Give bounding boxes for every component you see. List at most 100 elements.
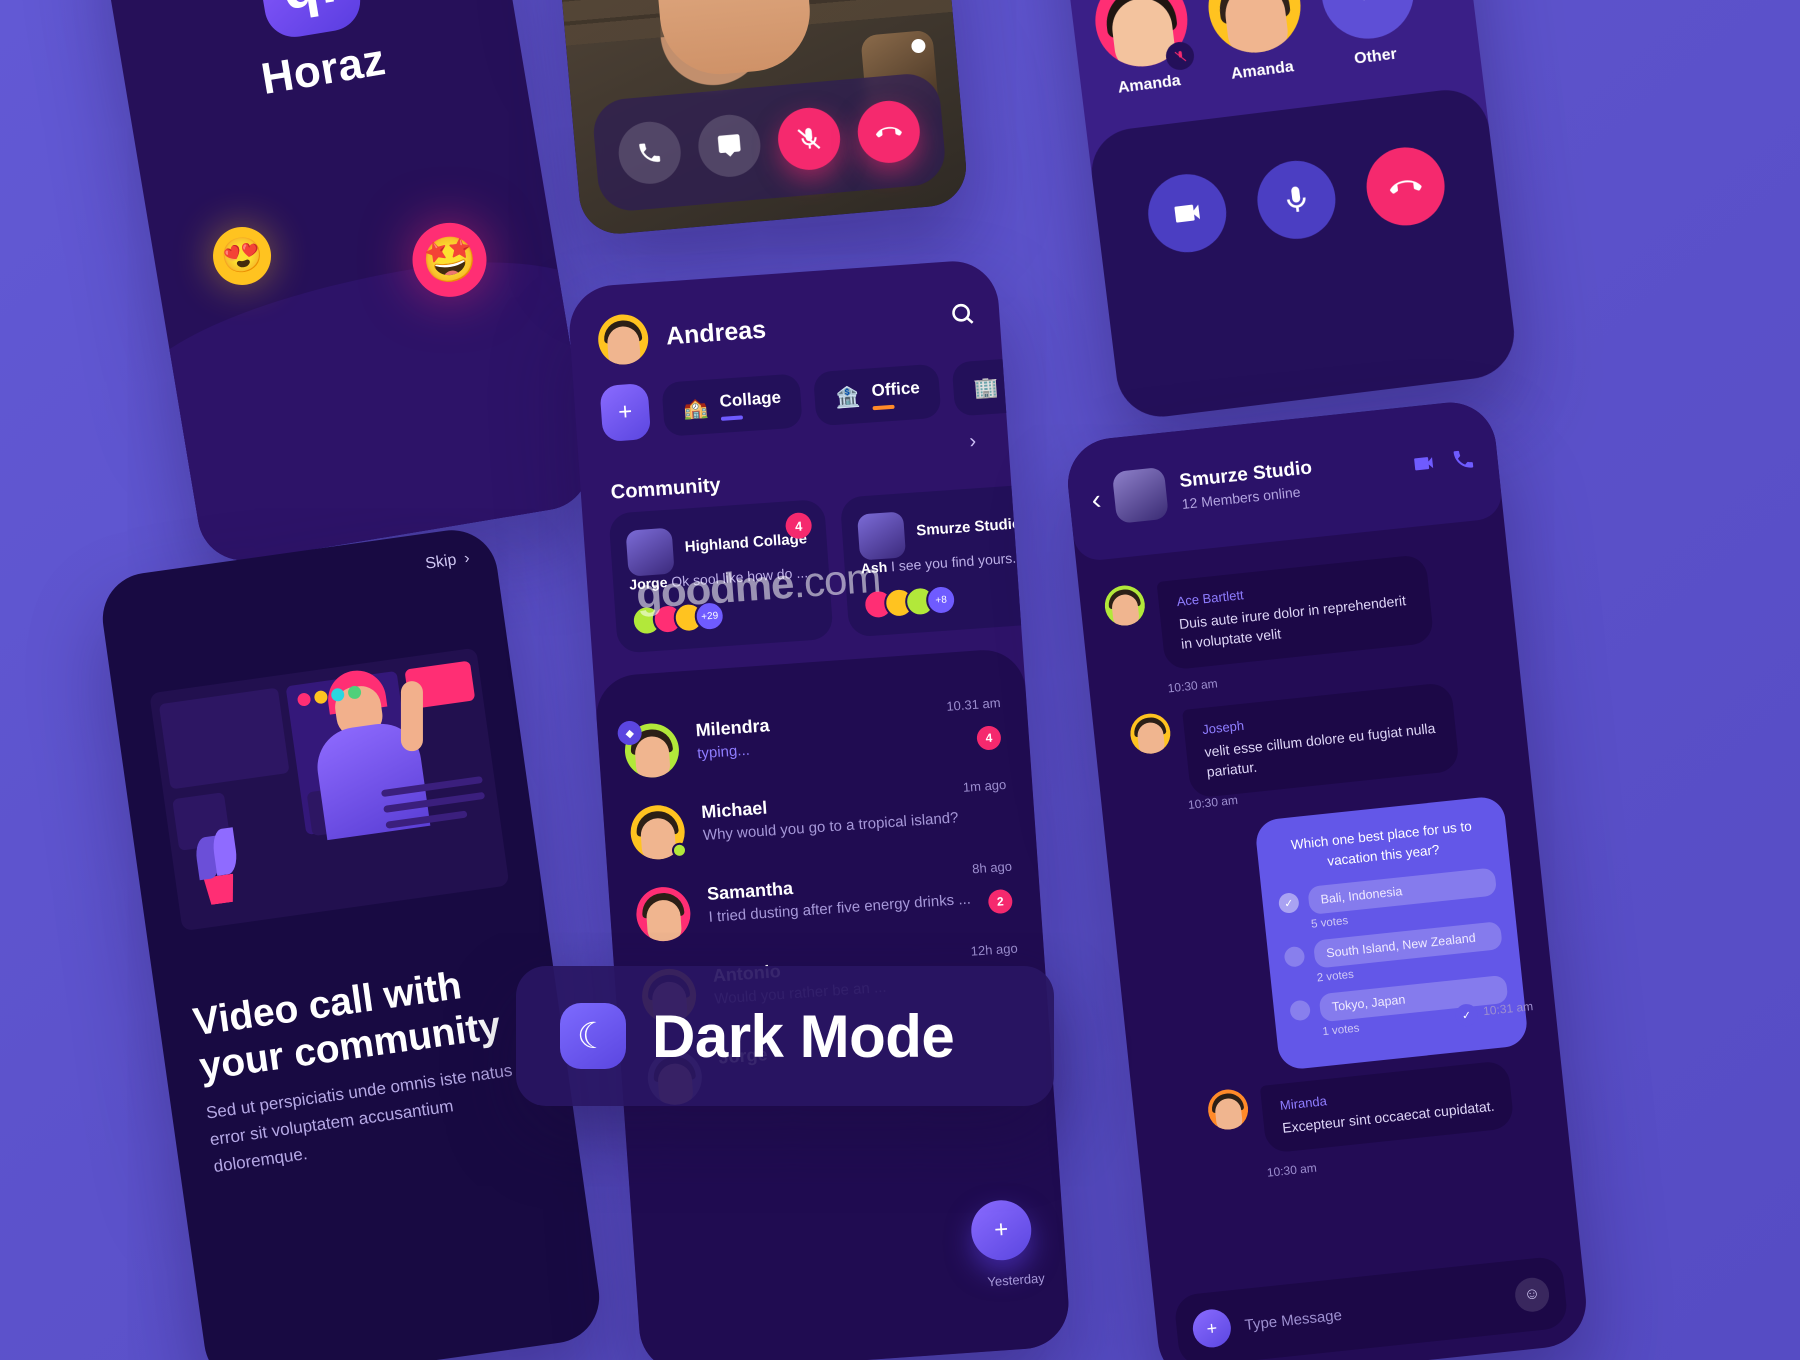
section-title: Community [610,474,722,504]
back-button[interactable]: ‹ [1090,484,1103,517]
video-call-screen [538,0,970,237]
heart-eyes-emoji-icon: 😍 [208,222,276,290]
dark-mode-banner: ☾ Dark Mode [516,966,1054,1106]
community-thumbnail [625,527,675,577]
check-icon: ✓ [1277,892,1300,915]
chat-detail-header: ‹ Smurze Studio 12 Members online [1063,398,1504,563]
showcase-canvas: q! Horaz 😍 🤩 [0,0,1800,1360]
hangup-icon [876,126,902,138]
chat-list-screen: Andreas + 🏫 Collage 🏦 Office 🏢 Media › C… [566,258,1072,1360]
chat-icon [717,134,741,157]
bank-icon: 🏦 [834,386,861,410]
overflow-label: Other [1353,45,1398,68]
avatar [1102,583,1147,628]
tab-label: Collage [719,387,782,411]
phone-icon [639,143,661,162]
illu-person-arm [400,681,423,752]
mic-icon [1286,186,1306,212]
mic-off-icon [797,128,821,149]
poll-card[interactable]: Which one best place for us to vacation … [1254,795,1529,1071]
online-status-icon [671,842,688,859]
timestamp: 10.31 am [945,695,1001,714]
avatar: ◆ [616,720,681,780]
hangup-icon [1390,180,1422,194]
microphone-toggle-button[interactable] [1252,156,1340,244]
avatar [1203,0,1306,58]
preview-text: Ok sool like how do ... [670,564,809,590]
search-button[interactable] [948,299,976,332]
preview-sender: Jorge [628,574,668,593]
preview-text: I see you find yours... [890,549,1025,575]
contact-name: Milendra [694,715,771,741]
banner-label: Dark Mode [652,1002,955,1070]
group-thumbnail[interactable] [1112,466,1170,524]
muted-badge [1164,40,1196,72]
radio-icon [1283,945,1306,968]
message-bubble: Ace Bartlett Duis aute irure dolor in re… [1156,553,1435,671]
caller-face [649,0,815,80]
school-icon: 🏫 [682,396,709,421]
tab-collage[interactable]: 🏫 Collage [661,373,804,437]
video-icon [1174,204,1201,223]
add-category-button[interactable]: + [599,382,652,443]
avatar [1128,711,1173,756]
chevron-right-icon: › [463,549,471,568]
avatar-face [634,735,672,780]
new-chat-button[interactable]: + [969,1198,1034,1263]
message-bubble: Joseph velit esse cillum dolore eu fugia… [1182,681,1460,799]
poll-question: Which one best place for us to vacation … [1290,818,1473,869]
tab-label: Office [870,377,921,401]
avatar-face [645,898,683,943]
header-actions [1410,446,1477,482]
avatar [1206,1087,1251,1132]
speaker-button[interactable] [616,119,684,187]
tab-media[interactable]: 🏢 Media [952,353,1072,417]
office-building-icon: 🏢 [973,376,1000,401]
message-row: Ace Bartlett Duis aute irure dolor in re… [1102,553,1435,676]
mute-button[interactable] [775,105,843,173]
radio-icon [1289,999,1312,1022]
illu-ctl-icon [347,684,362,700]
preview-sender: Ash [860,558,888,577]
video-call-button[interactable] [1410,450,1437,481]
message-input[interactable]: Type Message [1244,1288,1516,1333]
participant-1[interactable]: Amanda [1203,0,1309,86]
scroll-tabs-right-icon[interactable]: › [969,430,977,453]
video-icon [1414,456,1434,470]
message-row: Joseph velit esse cillum dolore eu fugia… [1128,681,1460,804]
timestamp: 10:30 am [1167,676,1219,696]
onboarding-illustration [149,647,510,932]
category-tabs: + 🏫 Collage 🏦 Office 🏢 Media [599,353,1072,443]
splash-wave-front [123,234,597,568]
community-card[interactable]: Smurze Studio Ash I see you find yours..… [839,482,1066,638]
page-title: Andreas [665,315,767,350]
participant-0[interactable]: Amanda [1090,0,1196,99]
splash-screen: q! Horaz 😍 🤩 [75,0,597,568]
emoji-picker-button[interactable]: ☺ [1513,1276,1551,1314]
timestamp: 8h ago [971,858,1013,877]
timestamp: 10:30 am [1266,1160,1318,1180]
community-card[interactable]: 4 Highland Collage Jorge Ok sool like ho… [608,498,834,654]
timestamp: 1m ago [962,776,1007,795]
end-call-button[interactable] [1362,143,1450,230]
app-logo-icon: q! [254,0,365,42]
tab-label: Media [1009,368,1060,391]
chat-button[interactable] [695,112,763,180]
attach-button[interactable]: + [1191,1307,1233,1350]
hangup-button[interactable] [855,98,923,166]
avatar[interactable] [596,312,650,367]
onboarding-screen: Skip › Video call with your community Se… [96,524,606,1360]
skip-button[interactable]: Skip › [424,550,471,574]
message-row: Miranda Excepteur sint occaecat cupidata… [1206,1060,1515,1160]
tab-office[interactable]: 🏦 Office [813,363,942,427]
search-icon [952,303,974,324]
phone-icon [1453,450,1474,467]
camera-toggle-button[interactable] [1143,169,1231,257]
chat-detail-screen: ‹ Smurze Studio 12 Members online Ace Ba… [1063,398,1591,1360]
illu-ctl-icon [330,686,346,702]
avatar-face [639,817,677,862]
avatar-face [606,325,642,367]
participants-overflow[interactable]: +13 Other [1316,0,1422,72]
voice-call-button[interactable] [1450,446,1477,477]
community-thumbnail [856,511,907,561]
